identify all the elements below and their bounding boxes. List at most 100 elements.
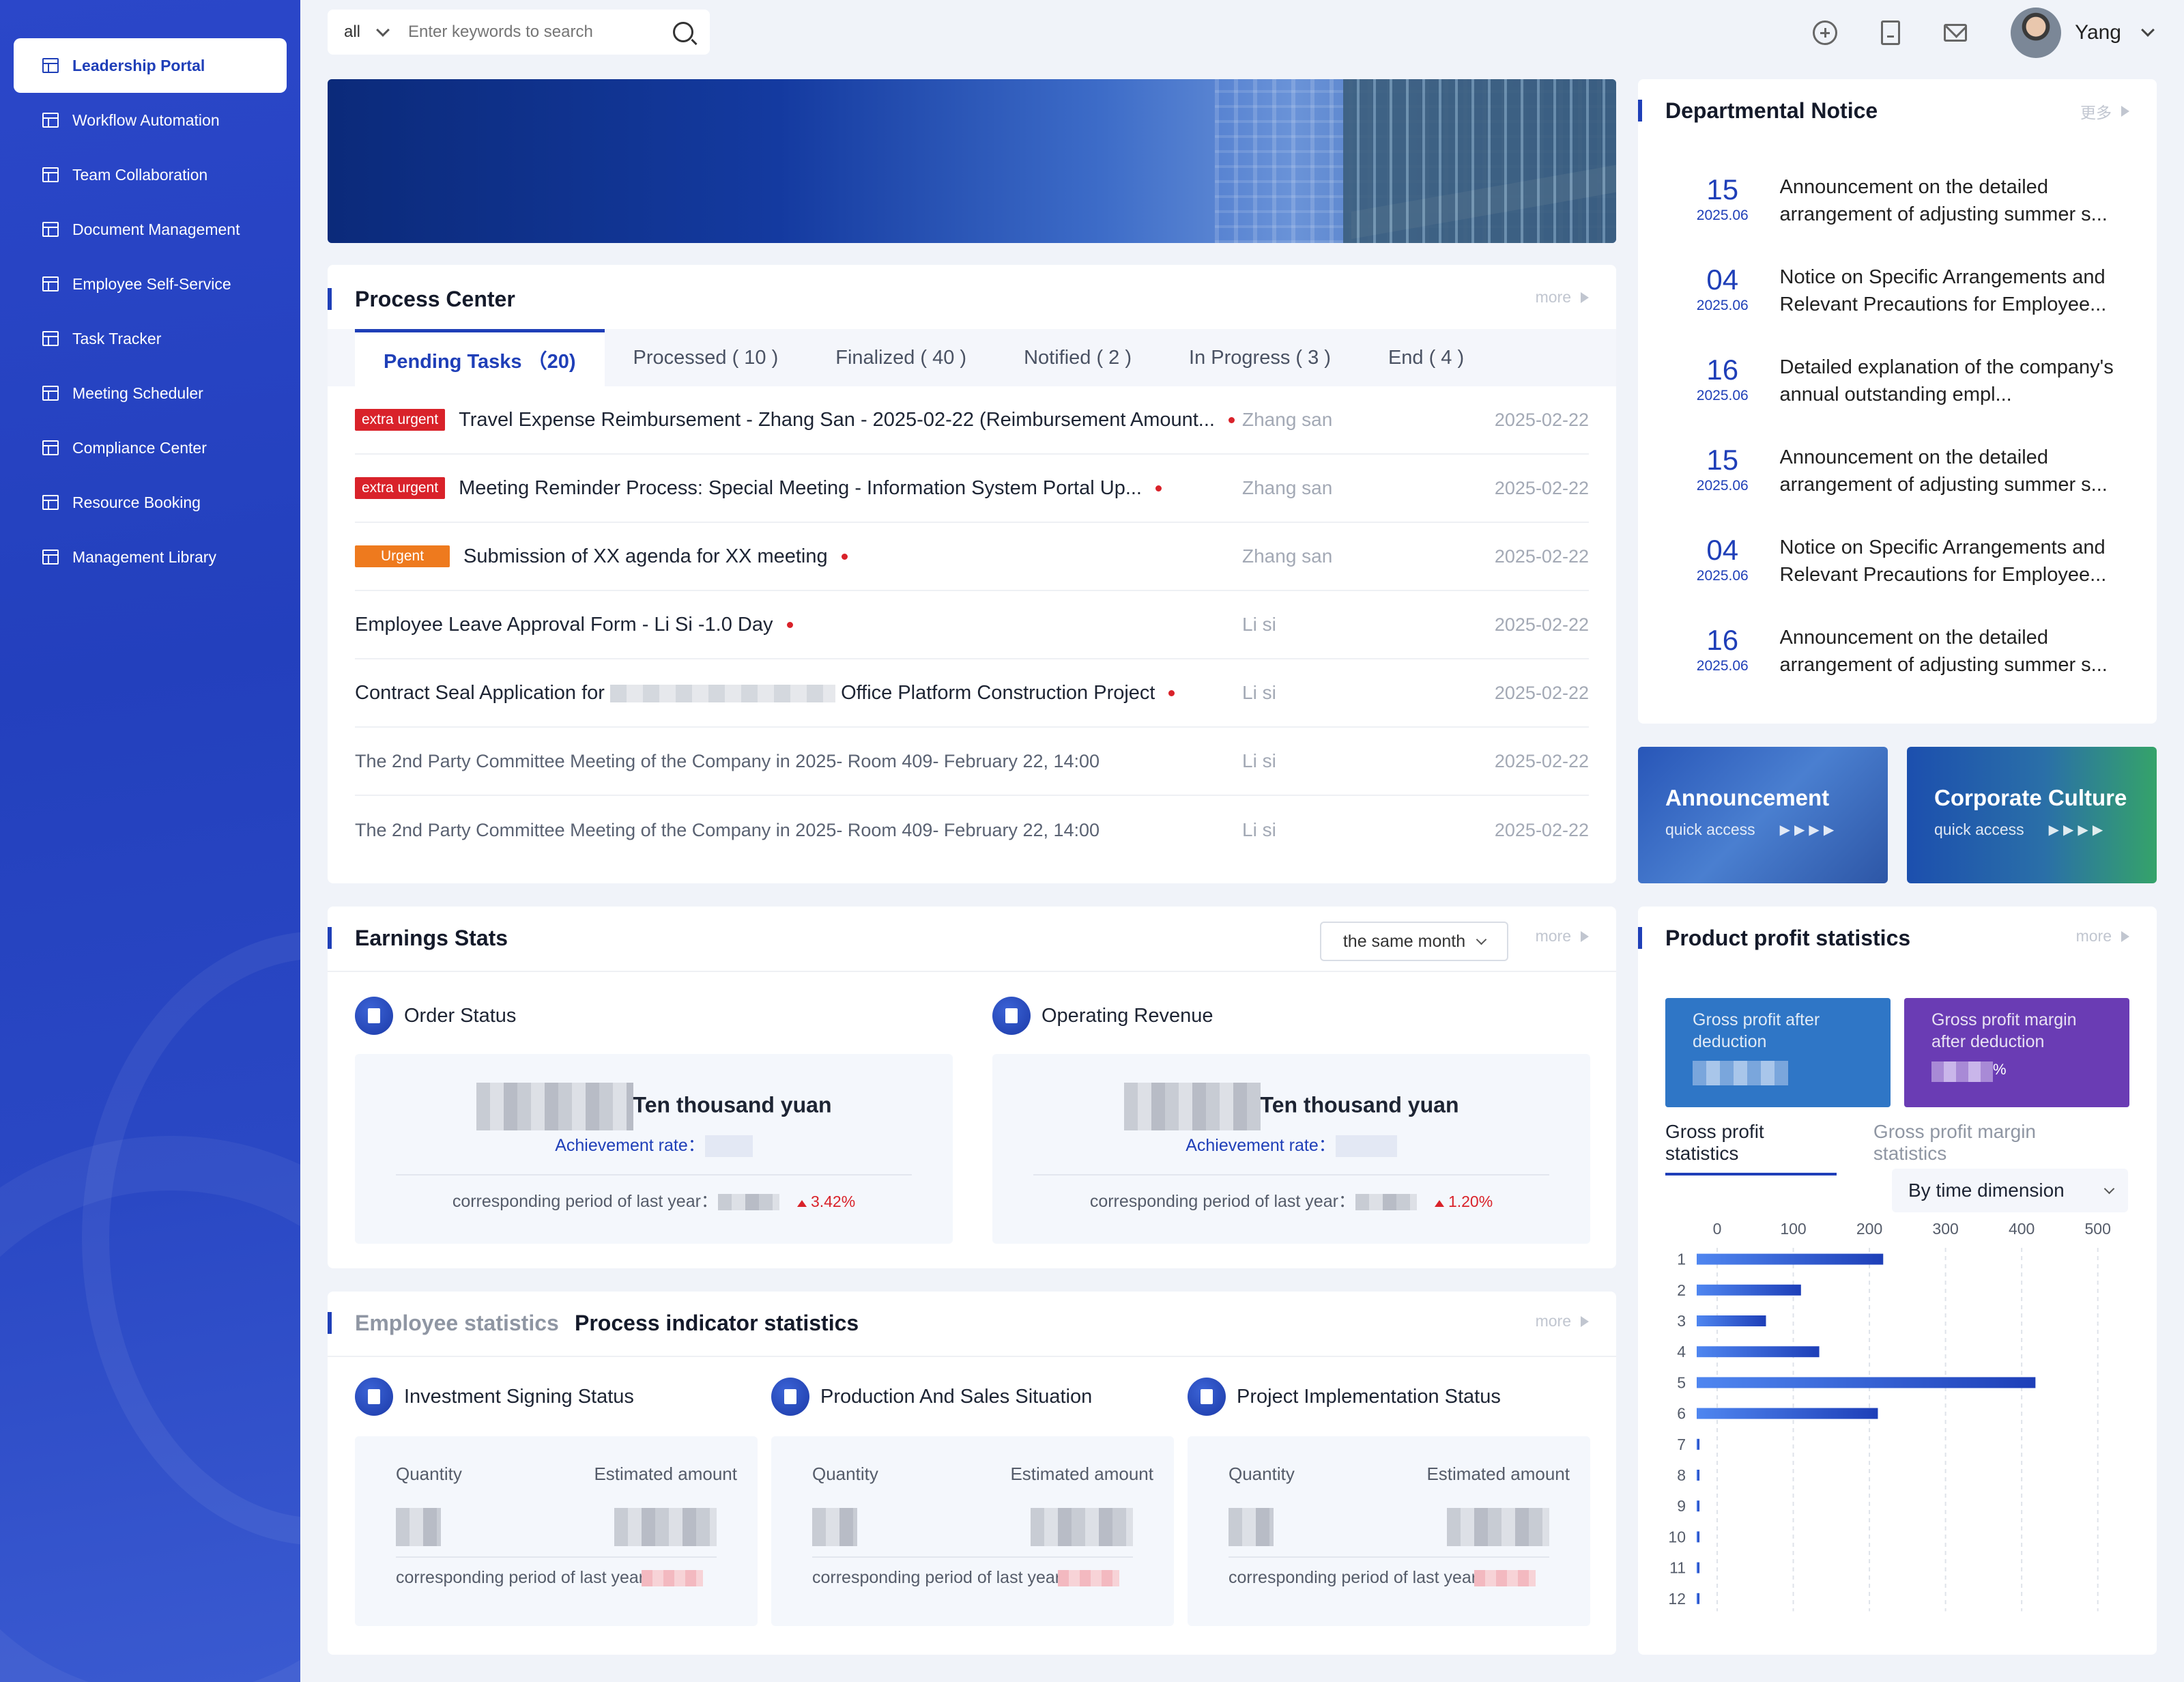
search-icon[interactable] bbox=[673, 22, 693, 42]
sidebar-item[interactable]: Management Library bbox=[14, 530, 287, 584]
table-row[interactable]: Contract Seal Application for Office Pla… bbox=[355, 659, 1589, 728]
blurred-value bbox=[812, 1508, 857, 1546]
sidebar-item[interactable]: Resource Booking bbox=[14, 475, 287, 530]
quantity-label: Quantity bbox=[396, 1464, 462, 1484]
sidebar-item[interactable]: Team Collaboration bbox=[14, 147, 287, 202]
task-user: Li si bbox=[1242, 750, 1276, 771]
task-user: Li si bbox=[1242, 614, 1276, 635]
gross-margin-label: Gross profit margin after deduction bbox=[1931, 1010, 2077, 1051]
bar bbox=[1697, 1408, 1878, 1419]
title-accent bbox=[328, 927, 332, 949]
task-user: Zhang san bbox=[1242, 409, 1333, 430]
process-tab[interactable]: Notified ( 2 ) bbox=[995, 329, 1160, 386]
avatar[interactable] bbox=[2011, 8, 2062, 58]
corporate-culture-quick-access[interactable]: Corporate Culture quick access ▶▶▶▶ bbox=[1907, 747, 2157, 883]
plus-circle-icon[interactable] bbox=[1813, 20, 1838, 45]
more-link[interactable]: more bbox=[2076, 927, 2129, 945]
user-name[interactable]: Yang bbox=[2075, 21, 2121, 44]
tab-employee-statistics[interactable]: Employee statistics bbox=[355, 1311, 559, 1336]
indicator-panel: Production And Sales Situation Quantity Es… bbox=[771, 1376, 1174, 1626]
process-tab[interactable]: Pending Tasks （20) bbox=[355, 329, 605, 386]
sidebar-item[interactable]: Compliance Center bbox=[14, 420, 287, 475]
sidebar-item[interactable]: Employee Self-Service bbox=[14, 257, 287, 311]
previous-period: corresponding period of last year： bbox=[396, 1566, 730, 1589]
sidebar-item[interactable]: Task Tracker bbox=[14, 311, 287, 366]
x-tick-label: 0 bbox=[1713, 1220, 1722, 1238]
x-tick-label: 100 bbox=[1780, 1220, 1806, 1238]
process-tab[interactable]: Processed ( 10 ) bbox=[605, 329, 807, 386]
chevron-down-icon bbox=[2103, 1183, 2115, 1194]
chevron-down-icon[interactable] bbox=[2141, 23, 2155, 37]
notice-month: 2025.06 bbox=[1696, 208, 1749, 223]
blurred-value bbox=[1355, 1194, 1417, 1211]
process-tab[interactable]: Finalized ( 40 ) bbox=[807, 329, 995, 386]
table-row[interactable]: extra urgent Meeting Reminder Process: Sp… bbox=[355, 455, 1589, 523]
gross-margin-card[interactable]: Gross profit margin after deduction % bbox=[1904, 998, 2129, 1107]
period-dropdown[interactable]: the same month bbox=[1320, 922, 1508, 961]
x-tick-label: 400 bbox=[2009, 1220, 2035, 1238]
table-row[interactable]: extra urgent Travel Expense Reimbursement… bbox=[355, 386, 1589, 455]
search-input[interactable] bbox=[408, 23, 673, 42]
table-row[interactable]: The 2nd Party Committee Meeting of the C… bbox=[355, 728, 1589, 796]
sidebar-item[interactable]: Meeting Scheduler bbox=[14, 366, 287, 420]
sidebar-item-label: Management Library bbox=[72, 547, 216, 566]
layout-icon bbox=[42, 113, 59, 128]
tab-process-indicator-statistics[interactable]: Process indicator statistics bbox=[575, 1311, 859, 1336]
process-center-card: Process Center more Pending Tasks （20) Pr… bbox=[328, 265, 1616, 883]
list-item[interactable]: 04 2025.06 Notice on Specific Arrangements… bbox=[1665, 526, 2129, 616]
layout-icon bbox=[42, 440, 59, 455]
bar bbox=[1697, 1593, 1699, 1604]
more-link[interactable]: more bbox=[1536, 1312, 1589, 1330]
more-link[interactable]: more bbox=[1536, 288, 1589, 307]
tab-gross-profit[interactable]: Gross profit statistics bbox=[1665, 1121, 1837, 1175]
more-label: 更多 bbox=[2080, 104, 2112, 122]
list-item[interactable]: 16 2025.06 Announcement on the detailed ar… bbox=[1665, 616, 2129, 706]
title-part: Contract Seal Application for bbox=[355, 681, 605, 704]
blurred-value bbox=[1931, 1061, 1993, 1082]
notice-text: Announcement on the detailed arrangement… bbox=[1779, 446, 2108, 496]
unit-label: Ten thousand yuan bbox=[633, 1092, 832, 1117]
gross-profit-card[interactable]: Gross profit after deduction bbox=[1665, 998, 1891, 1107]
y-tick-label: 8 bbox=[1677, 1466, 1686, 1484]
mail-icon[interactable] bbox=[1944, 24, 1968, 42]
list-item[interactable]: 16 2025.06 Detailed explanation of the com… bbox=[1665, 345, 2129, 436]
table-row[interactable]: Urgent Submission of XX agenda for XX mee… bbox=[355, 523, 1589, 591]
card-title: Process Center bbox=[355, 287, 515, 311]
notice-date: 16 2025.06 bbox=[1665, 354, 1780, 404]
unread-dot bbox=[1228, 416, 1235, 423]
process-tab[interactable]: In Progress ( 3 ) bbox=[1160, 329, 1360, 386]
notice-month: 2025.06 bbox=[1696, 478, 1749, 494]
sidebar-item[interactable]: Document Management bbox=[14, 202, 287, 257]
unit-label: Ten thousand yuan bbox=[1260, 1092, 1459, 1117]
sidebar-item-label: Meeting Scheduler bbox=[72, 384, 203, 402]
notice-date: 04 2025.06 bbox=[1665, 534, 1780, 584]
tab-gross-margin[interactable]: Gross profit margin statistics bbox=[1873, 1121, 2106, 1175]
sidebar-nav: Leadership Portal Workflow Automation Team… bbox=[14, 38, 287, 584]
document-icon[interactable] bbox=[1881, 20, 1901, 45]
layout-icon bbox=[42, 222, 59, 237]
chevron-down-icon[interactable] bbox=[376, 23, 390, 37]
time-dimension-dropdown[interactable]: By time dimension bbox=[1892, 1169, 2128, 1212]
more-link[interactable]: more bbox=[1536, 927, 1589, 945]
list-item[interactable]: 15 2025.06 Announcement on the detailed ar… bbox=[1665, 436, 2129, 526]
list-item[interactable]: 15 2025.06 Announcement on the detailed ar… bbox=[1665, 165, 2129, 255]
sidebar-item[interactable]: Leadership Portal bbox=[14, 38, 287, 93]
x-tick-label: 500 bbox=[2085, 1220, 2111, 1238]
sidebar-item[interactable]: Workflow Automation bbox=[14, 93, 287, 147]
announcement-quick-access[interactable]: Announcement quick access ▶▶▶▶ bbox=[1638, 747, 1888, 883]
process-tab[interactable]: End ( 4 ) bbox=[1360, 329, 1493, 386]
caret-right-icon bbox=[1581, 291, 1589, 303]
more-link[interactable]: 更多 bbox=[2080, 100, 2129, 123]
quick-sub: quick access ▶▶▶▶ bbox=[1665, 821, 1888, 839]
search-scope-select[interactable]: all bbox=[344, 23, 360, 42]
clipboard-icon bbox=[355, 997, 393, 1035]
list-item[interactable]: 04 2025.06 Notice on Specific Arrangements… bbox=[1665, 255, 2129, 345]
task-title: Meeting Reminder Process: Special Meetin… bbox=[459, 476, 1142, 499]
divider bbox=[1228, 1556, 1549, 1558]
sidebar-item-label: Leadership Portal bbox=[72, 56, 205, 74]
task-date: 2025-02-22 bbox=[1494, 409, 1589, 430]
table-row[interactable]: Employee Leave Approval Form - Li Si -1.… bbox=[355, 591, 1589, 659]
blurred-value bbox=[614, 1508, 717, 1546]
x-tick-label: 300 bbox=[1932, 1220, 1958, 1238]
table-row[interactable]: The 2nd Party Committee Meeting of the C… bbox=[355, 796, 1589, 864]
